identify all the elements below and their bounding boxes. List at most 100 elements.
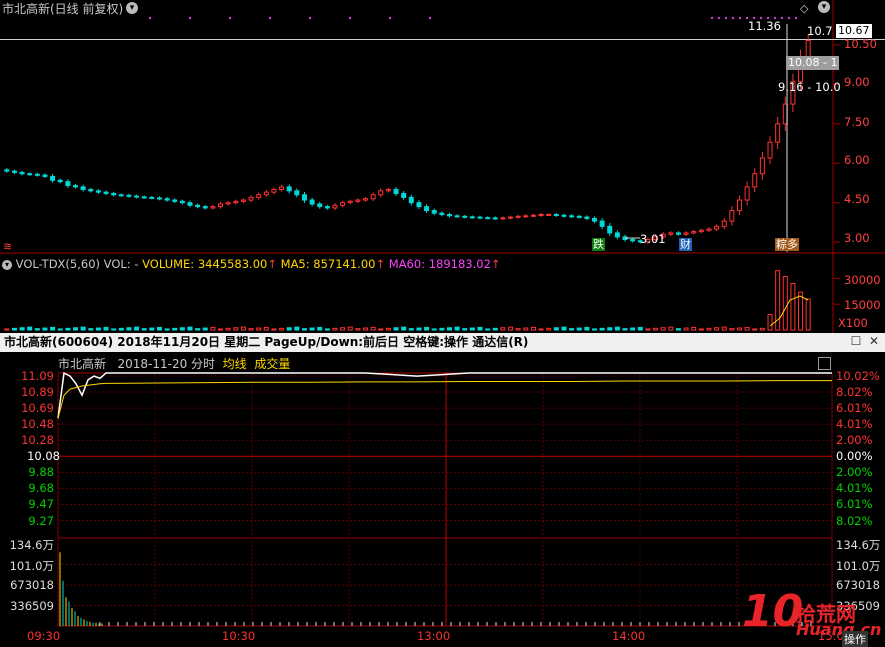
volume-bar (240, 326, 246, 331)
volume-bar (88, 328, 94, 331)
candle-body (248, 196, 254, 201)
volume-value: VOLUME: 3445583.00 (142, 257, 268, 271)
candle-body (538, 214, 544, 217)
volume-bar (65, 327, 71, 331)
marker-dot (228, 16, 232, 20)
volume-bar (73, 327, 79, 331)
candle-body (126, 194, 132, 197)
volume-bar (790, 283, 796, 331)
volume-bar (401, 326, 407, 331)
volume-bar (462, 328, 468, 331)
candle-body (19, 171, 25, 175)
candle-body (73, 185, 79, 188)
marker-cai[interactable]: 财 (679, 238, 692, 251)
volume-indicator-name: VOL-TDX(5,60) (15, 257, 101, 271)
maximize-icon[interactable]: ☐ (850, 335, 862, 347)
volume-bar (11, 327, 17, 331)
volume-bar (523, 327, 529, 331)
volume-bar (759, 327, 765, 331)
price-tick-left: 10.28 (21, 433, 54, 448)
volume-bar (706, 327, 712, 331)
candle-body (111, 192, 117, 196)
volume-bar (19, 327, 25, 331)
volume-bar (508, 326, 514, 331)
marker-dot (738, 16, 742, 20)
candle-body (385, 189, 391, 192)
volume-bar (332, 327, 338, 331)
volume-bar (485, 328, 491, 331)
price-tick-left: 9.47 (28, 497, 54, 512)
volume-bar (469, 327, 475, 331)
left-marker-icon: ≋ (3, 240, 13, 253)
volume-bar (248, 328, 254, 331)
candle-body (57, 179, 63, 183)
dropdown-circle-icon[interactable]: ▾ (126, 2, 138, 14)
candle-body (202, 206, 208, 209)
volume-bar (767, 314, 773, 331)
volume-bar (714, 327, 720, 331)
high-price-label: 11.36 (748, 19, 781, 33)
volume-bar (637, 326, 643, 331)
candle-body (134, 195, 140, 198)
volume-dropdown-icon[interactable]: ▾ (2, 259, 12, 270)
volume-bar (195, 328, 201, 331)
volume-bar (645, 328, 651, 331)
volume-bar (492, 327, 498, 331)
popup-title-bar[interactable]: 市北高新(600604) 2018年11月20日 星期二 PageUp/Down… (0, 333, 885, 352)
volume-bar (317, 326, 323, 331)
candle-body (675, 232, 681, 235)
volume-bar (752, 328, 758, 331)
candle-body (591, 217, 597, 222)
candle-body (508, 216, 514, 219)
candle-body (34, 173, 40, 176)
current-price-box: 10.67 (836, 24, 872, 38)
range-label: 9.16 - 10.0 (778, 80, 841, 94)
legend-volume: 成交量 (254, 357, 291, 371)
volume-tick-left: 134.6万 (9, 538, 54, 552)
candle-body (408, 196, 414, 204)
range-box: 10.08 - 1 (786, 56, 840, 70)
diamond-icon[interactable]: ◇ (800, 2, 808, 15)
panel-toggle-icon[interactable] (818, 357, 831, 370)
candle-body (714, 225, 720, 230)
menu-circle-icon[interactable]: ▾ (818, 1, 830, 13)
volume-tick-left: 336509 (10, 598, 54, 613)
volume-bar (57, 328, 63, 331)
vol-label: VOL: - (103, 257, 139, 271)
volume-bar (782, 276, 788, 331)
action-label[interactable]: 操作 (842, 631, 868, 647)
candle-body (218, 203, 224, 208)
marker-end[interactable]: 粽多 (775, 238, 799, 251)
candle-body (492, 217, 498, 220)
candle-body (462, 215, 468, 218)
price-tick-left: 10.69 (21, 401, 54, 416)
intraday-date: 2018-11-20 分时 (117, 357, 216, 371)
volume-bar (279, 327, 285, 331)
candle-body (446, 214, 452, 217)
volume-bar (691, 326, 697, 331)
pct-tick-right: 0.00% (836, 449, 873, 464)
candle-body (744, 186, 750, 201)
pct-tick-right: 2.00% (836, 465, 873, 480)
candle-body (141, 196, 147, 199)
volume-bar (744, 326, 750, 331)
volume-bar (431, 328, 437, 331)
candle-body (530, 214, 536, 217)
close-icon[interactable]: ✕ (868, 335, 880, 347)
marker-dot (780, 16, 784, 20)
marker-die[interactable]: 跌 (592, 238, 605, 251)
volume-bar (653, 327, 659, 331)
candle-body (759, 157, 765, 175)
volume-bar (126, 327, 132, 331)
daily-kline-chart[interactable] (0, 0, 885, 333)
candle-body (523, 215, 529, 218)
ma60-value: MA60: 189183.02 (388, 257, 491, 271)
volume-bar (134, 326, 140, 331)
volume-bar (408, 328, 414, 331)
volume-tick-right: 101.0万 (836, 558, 881, 573)
volume-bar (80, 326, 86, 331)
time-tick: 13:00 (417, 629, 451, 643)
candle-body (332, 204, 338, 209)
candle-body (607, 225, 613, 234)
candle-body (65, 181, 71, 187)
